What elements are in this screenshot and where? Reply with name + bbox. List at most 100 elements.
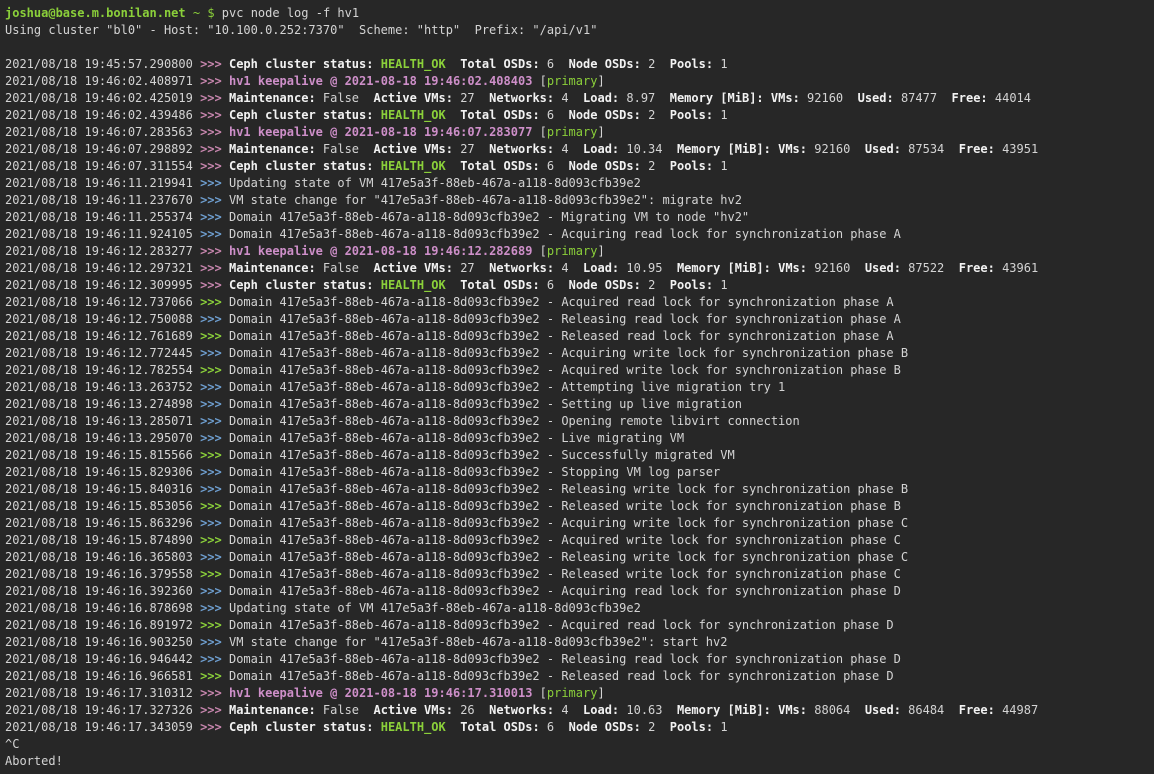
log-text: 27 [453,261,489,275]
log-line: 2021/08/18 19:46:15.840316 >>> Domain 41… [5,481,1154,498]
timestamp: 2021/08/18 19:46:12.750088 [5,312,200,326]
log-marker: >>> [200,414,229,428]
timestamp: 2021/08/18 19:46:16.903250 [5,635,200,649]
log-text: 92160 [807,142,865,156]
log-message: Domain 417e5a3f-88eb-467a-a118-8d093cfb3… [229,329,894,343]
log-marker: >>> [200,499,229,513]
timestamp: 2021/08/18 19:46:13.274898 [5,397,200,411]
log-label: Pools: [670,720,713,734]
log-message: VM state change for "417e5a3f-88eb-467a-… [229,193,742,207]
timestamp: 2021/08/18 19:46:15.815566 [5,448,200,462]
log-text [446,159,460,173]
log-label: Maintenance: [229,91,316,105]
timestamp: 2021/08/18 19:46:15.853056 [5,499,200,513]
primary-role-text: primary [547,244,598,258]
log-message: Domain 417e5a3f-88eb-467a-a118-8d093cfb3… [229,567,901,581]
log-message: Domain 417e5a3f-88eb-467a-a118-8d093cfb3… [229,363,901,377]
log-text: 6 [540,57,569,71]
log-marker: >>> [200,533,229,547]
log-text: 43961 [995,261,1038,275]
log-marker: >>> [200,482,229,496]
log-text: 1 [713,278,727,292]
log-text: 2 [641,720,670,734]
log-line: 2021/08/18 19:46:17.327326 >>> Maintenan… [5,702,1154,719]
log-text: 26 [453,703,489,717]
log-line: 2021/08/18 19:46:15.874890 >>> Domain 41… [5,532,1154,549]
log-message: Domain 417e5a3f-88eb-467a-a118-8d093cfb3… [229,448,735,462]
health-status: HEALTH_OK [381,720,446,734]
log-marker: >>> [200,550,229,564]
timestamp: 2021/08/18 19:46:12.772445 [5,346,200,360]
timestamp: 2021/08/18 19:46:13.295070 [5,431,200,445]
timestamp: 2021/08/18 19:46:12.782554 [5,363,200,377]
timestamp: 2021/08/18 19:46:12.761689 [5,329,200,343]
log-label: Networks: [489,261,554,275]
health-status: HEALTH_OK [381,57,446,71]
timestamp: 2021/08/18 19:46:17.343059 [5,720,200,734]
timestamp: 2021/08/18 19:46:13.285071 [5,414,200,428]
log-label: Ceph cluster status: [229,108,374,122]
log-marker: >>> [200,295,229,309]
log-text [446,108,460,122]
log-label: Load: [583,703,619,717]
timestamp: 2021/08/18 19:46:02.439486 [5,108,200,122]
log-label: VMs: [771,91,800,105]
log-message: Domain 417e5a3f-88eb-467a-a118-8d093cfb3… [229,669,894,683]
log-text: 4 [554,142,583,156]
log-label: Maintenance: [229,703,316,717]
timestamp: 2021/08/18 19:46:12.309995 [5,278,200,292]
timestamp: 2021/08/18 19:46:13.263752 [5,380,200,394]
log-text: ] [597,74,604,88]
timestamp: 2021/08/18 19:46:15.840316 [5,482,200,496]
timestamp: 2021/08/18 19:46:16.946442 [5,652,200,666]
log-label: Used: [858,91,894,105]
log-label: Ceph cluster status: [229,57,374,71]
log-line: 2021/08/18 19:46:13.274898 >>> Domain 41… [5,396,1154,413]
log-text [373,108,380,122]
log-marker: >>> [200,397,229,411]
log-line: 2021/08/18 19:46:12.750088 >>> Domain 41… [5,311,1154,328]
log-text: 2 [641,57,670,71]
timestamp: 2021/08/18 19:46:11.255374 [5,210,200,224]
log-text: 87522 [901,261,959,275]
log-marker: >>> [200,652,229,666]
log-message: Domain 417e5a3f-88eb-467a-a118-8d093cfb3… [229,312,901,326]
log-text: [ [532,686,546,700]
log-label: Total OSDs: [460,278,539,292]
timestamp: 2021/08/18 19:46:16.878698 [5,601,200,615]
log-line: 2021/08/18 19:46:15.815566 >>> Domain 41… [5,447,1154,464]
keepalive-text: hv1 keepalive @ 2021-08-18 19:46:17.3100… [229,686,532,700]
timestamp: 2021/08/18 19:46:17.327326 [5,703,200,717]
log-marker: >>> [200,516,229,530]
log-text [446,720,460,734]
log-message: Domain 417e5a3f-88eb-467a-a118-8d093cfb3… [229,431,684,445]
log-label: Active VMs: [373,261,452,275]
log-text: 87477 [894,91,952,105]
log-text: False [316,142,374,156]
log-message: Domain 417e5a3f-88eb-467a-a118-8d093cfb3… [229,346,908,360]
log-text: 27 [453,91,489,105]
log-line: 2021/08/18 19:46:17.310312 >>> hv1 keepa… [5,685,1154,702]
log-message: Domain 417e5a3f-88eb-467a-a118-8d093cfb3… [229,397,742,411]
log-message: Domain 417e5a3f-88eb-467a-a118-8d093cfb3… [229,516,908,530]
log-label: Free: [959,703,995,717]
log-line: 2021/08/18 19:46:16.365803 >>> Domain 41… [5,549,1154,566]
timestamp: 2021/08/18 19:46:17.310312 [5,686,200,700]
log-text: [ [532,244,546,258]
log-label: Active VMs: [373,142,452,156]
keepalive-text: hv1 keepalive @ 2021-08-18 19:46:12.2826… [229,244,532,258]
log-label: Networks: [489,91,554,105]
log-message: Domain 417e5a3f-88eb-467a-a118-8d093cfb3… [229,618,894,632]
log-line: 2021/08/18 19:46:16.891972 >>> Domain 41… [5,617,1154,634]
timestamp: 2021/08/18 19:46:11.924105 [5,227,200,241]
log-line: 2021/08/18 19:46:16.392360 >>> Domain 41… [5,583,1154,600]
log-marker: >>> [200,278,229,292]
terminal-screen[interactable]: joshua@base.m.bonilan.net ~ $ pvc node l… [0,0,1154,774]
log-text: 4 [554,261,583,275]
log-label: Node OSDs: [569,720,641,734]
log-text: False [316,91,374,105]
log-text: 44987 [995,703,1038,717]
log-text [764,91,771,105]
log-marker: >>> [200,618,229,632]
log-marker: >>> [200,669,229,683]
